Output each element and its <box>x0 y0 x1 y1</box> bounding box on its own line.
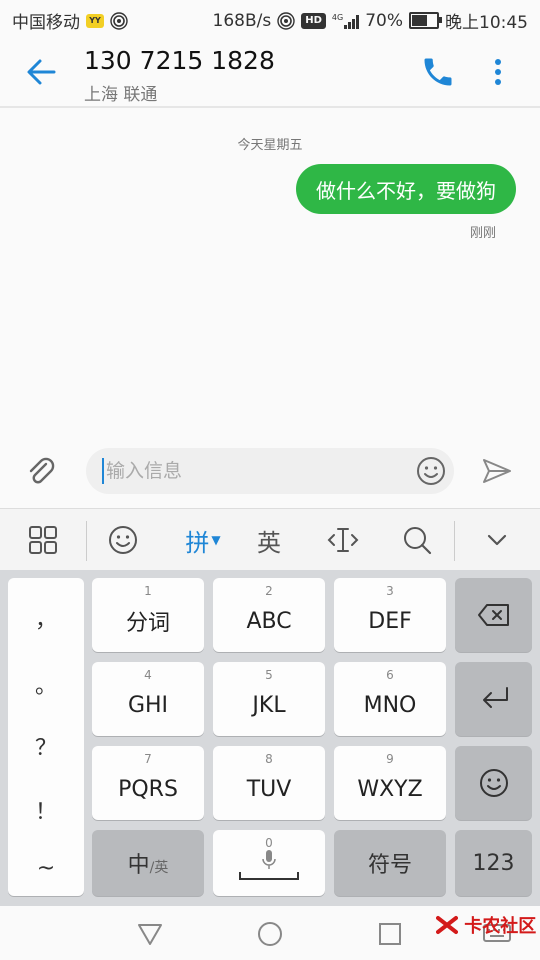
hotspot-icon-right <box>277 11 295 30</box>
punct-question[interactable]: ？ <box>8 730 84 762</box>
numbers-key[interactable]: 123 <box>455 830 532 896</box>
watermark-text: 卡农社区 <box>464 916 537 937</box>
emoji-icon[interactable] <box>106 523 140 557</box>
key-6[interactable]: 6 MNO <box>334 662 446 736</box>
search-icon[interactable] <box>400 523 434 557</box>
more-vertical-icon[interactable] <box>486 54 510 90</box>
emoji-icon[interactable] <box>416 456 446 486</box>
key-number: 6 <box>386 668 394 682</box>
key-5[interactable]: 5 JKL <box>213 662 325 736</box>
pinyin-mode-button[interactable]: 拼 ▼ <box>180 523 226 557</box>
key-number: 9 <box>386 752 394 766</box>
key-label: DEF <box>368 608 412 634</box>
emoji-icon <box>479 769 508 797</box>
caret-down-icon: ▼ <box>211 533 221 547</box>
watermark-logo-icon <box>436 916 458 934</box>
contact-location: 上海 联通 <box>84 85 158 105</box>
lang-switch-label: 中/英 <box>128 847 169 879</box>
phone-icon[interactable] <box>420 54 456 90</box>
nine-key-keyboard: ， 。 ？ ！ ~ 1 分词 2 ABC 3 DEF 4 GHI 5 JKL 6… <box>0 570 540 906</box>
send-icon[interactable] <box>480 454 514 488</box>
lang-sub-label: /英 <box>149 860 169 876</box>
key-1[interactable]: 1 分词 <box>92 578 204 652</box>
signal-icon: 4G <box>331 12 360 29</box>
conversation-header: 130 7215 1828 上海 联通 <box>0 36 540 108</box>
english-mode-button[interactable]: 英 <box>252 523 286 557</box>
network-speed: 168B/s <box>212 10 272 31</box>
key-label: JKL <box>252 692 286 718</box>
key-label: 分词 <box>125 611 170 636</box>
key-4[interactable]: 4 GHI <box>92 662 204 736</box>
key-number: 7 <box>144 752 152 766</box>
key-2[interactable]: 2 ABC <box>213 578 325 652</box>
key-number: 1 <box>144 584 152 598</box>
message-time: 刚刚 <box>469 226 496 241</box>
message-input-placeholder: 输入信息 <box>102 458 182 484</box>
chevron-down-icon[interactable] <box>480 523 514 557</box>
nav-back-icon[interactable] <box>136 920 164 948</box>
status-bar: 中国移动 YY 168B/s HD 4G 70% 晚上10:45 <box>0 0 540 36</box>
keyboard-toolbar: 拼 ▼ 英 <box>0 508 540 571</box>
punct-tilde[interactable]: ~ <box>8 856 84 881</box>
lang-main-label: 中 <box>127 853 150 878</box>
key-number: 3 <box>386 584 394 598</box>
key-number: 5 <box>265 668 273 682</box>
signal-type-label: 4G <box>331 12 344 22</box>
nav-recents-icon[interactable] <box>376 920 404 948</box>
hotspot-icon <box>110 11 128 30</box>
paperclip-icon[interactable] <box>24 454 58 488</box>
message-text: 做什么不好，要做狗 <box>316 178 496 203</box>
enter-icon <box>482 687 508 708</box>
numbers-label: 123 <box>472 850 515 876</box>
key-label: ABC <box>246 608 292 634</box>
battery-percent: 70% <box>365 10 403 31</box>
emoji-key[interactable] <box>455 746 532 820</box>
backspace-icon <box>477 604 509 626</box>
key-number: 0 <box>265 836 273 850</box>
language-switch-key[interactable]: 中/英 <box>92 830 204 896</box>
key-label: PQRS <box>118 776 178 802</box>
backspace-key[interactable] <box>455 578 532 652</box>
toolbar-divider <box>454 521 455 561</box>
back-arrow-icon[interactable] <box>22 52 62 92</box>
key-label: MNO <box>363 692 417 718</box>
contact-number: 130 7215 1828 <box>84 46 275 75</box>
watermark: 卡农社区 <box>436 912 536 938</box>
message-input[interactable]: 输入信息 <box>86 448 454 494</box>
key-7[interactable]: 7 PQRS <box>92 746 204 820</box>
text-cursor-icon[interactable] <box>326 523 360 557</box>
enter-key[interactable] <box>455 662 532 736</box>
message-bubble-outgoing[interactable]: 做什么不好，要做狗 <box>296 164 516 214</box>
key-number: 4 <box>144 668 152 682</box>
punct-comma[interactable]: ， <box>8 602 84 634</box>
key-label: TUV <box>246 776 292 802</box>
key-9[interactable]: 9 WXYZ <box>334 746 446 820</box>
clock: 晚上10:45 <box>445 13 528 33</box>
key-number: 2 <box>265 584 273 598</box>
toolbar-divider <box>86 521 87 561</box>
carrier-label: 中国移动 <box>12 13 80 33</box>
compose-bar: 输入信息 <box>0 440 540 506</box>
symbols-label: 符号 <box>367 853 412 878</box>
hd-voice-icon: HD <box>301 12 326 29</box>
microphone-icon <box>262 850 276 869</box>
battery-icon <box>409 12 442 29</box>
punctuation-column[interactable]: ， 。 ？ ！ ~ <box>8 578 84 896</box>
date-separator: 今天星期五 <box>237 138 303 153</box>
key-number: 8 <box>265 752 273 766</box>
grid-menu-icon[interactable] <box>26 523 60 557</box>
key-label: GHI <box>127 692 169 718</box>
punct-period[interactable]: 。 <box>8 668 84 700</box>
nav-home-icon[interactable] <box>256 920 284 948</box>
space-key[interactable]: 0 <box>213 830 325 896</box>
space-bar-icon <box>239 872 299 880</box>
key-3[interactable]: 3 DEF <box>334 578 446 652</box>
punct-exclaim[interactable]: ！ <box>8 794 84 826</box>
key-label: WXYZ <box>357 776 423 802</box>
pinyin-mode-label: 拼 <box>185 528 210 557</box>
key-8[interactable]: 8 TUV <box>213 746 325 820</box>
yy-app-icon: YY <box>86 13 104 28</box>
symbols-key[interactable]: 符号 <box>334 830 446 896</box>
